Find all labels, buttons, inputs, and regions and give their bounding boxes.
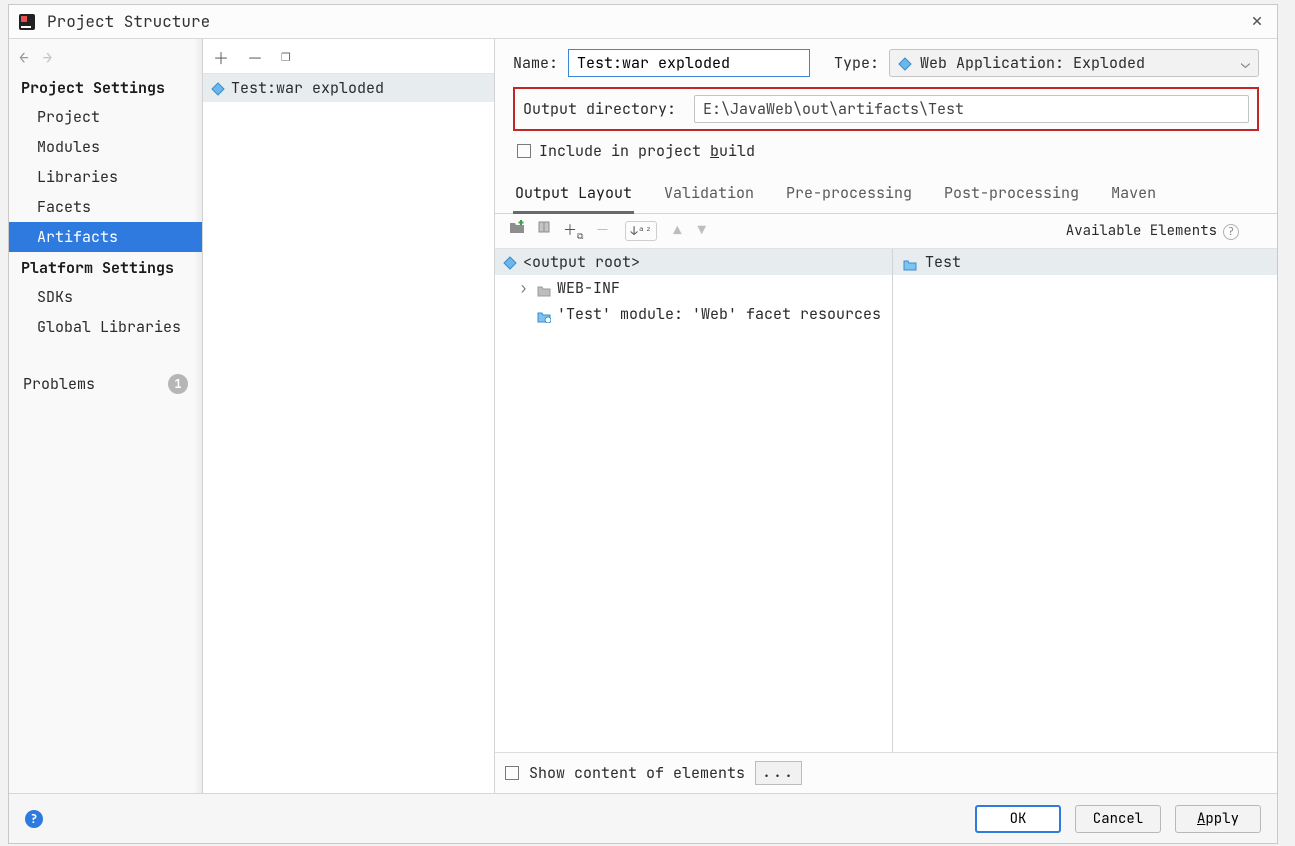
output-directory-highlight: Output directory: [513, 87, 1259, 131]
available-elements-pane: Test [893, 249, 1277, 752]
apply-button[interactable]: Apply [1175, 805, 1261, 833]
artifact-list-panel: ＋ － ❐ Test:war exploded [203, 39, 495, 793]
available-element-row[interactable]: Test [893, 249, 1277, 275]
project-structure-dialog: Project Structure ✕ ← → Project Settings… [8, 4, 1278, 844]
tab-maven[interactable]: Maven [1109, 175, 1158, 213]
cancel-button[interactable]: Cancel [1075, 805, 1161, 833]
name-label: Name: [513, 53, 558, 73]
show-content-checkbox[interactable] [505, 766, 519, 780]
copy-icon[interactable]: ❐ [281, 45, 291, 69]
type-label: Type: [834, 53, 879, 73]
remove-icon[interactable]: － [247, 45, 263, 69]
sidebar-item-artifacts[interactable]: Artifacts [9, 222, 202, 252]
help-button[interactable]: ? [25, 810, 43, 828]
folder-icon [537, 282, 551, 294]
tab-output-layout[interactable]: Output Layout [513, 175, 634, 214]
chevron-down-icon: ⌄ [1241, 53, 1250, 73]
tree-output-root[interactable]: <output root> [495, 249, 892, 275]
move-down-icon[interactable]: ▼ [698, 222, 706, 240]
sidebar-item-project[interactable]: Project [9, 102, 202, 132]
output-directory-label: Output directory: [523, 99, 676, 119]
configure-button[interactable]: ... [755, 761, 802, 785]
show-content-row: Show content of elements ... [495, 752, 1277, 793]
sidebar-item-global-libraries[interactable]: Global Libraries [9, 312, 202, 342]
sidebar-nav: ← → [9, 39, 202, 72]
include-in-build-row[interactable]: Include in project build [513, 139, 1259, 167]
sort-az-icon[interactable]: ↓ᵃᶻ [625, 221, 657, 241]
ok-button[interactable]: OK [975, 805, 1061, 833]
show-content-label: Show content of elements [529, 763, 745, 783]
window-title: Project Structure [47, 11, 1245, 32]
include-in-build-checkbox[interactable] [517, 144, 531, 158]
help-icon[interactable]: ? [1223, 224, 1239, 240]
artifact-type-value: Web Application: Exploded [920, 53, 1145, 73]
output-layout-toolbar: ＋⧉ － ↓ᵃᶻ ▲ ▼ Available Elements? [495, 214, 1277, 249]
app-icon [17, 12, 37, 32]
facet-icon [537, 308, 551, 320]
problems-count-badge: 1 [168, 374, 188, 394]
sidebar-item-sdks[interactable]: SDKs [9, 282, 202, 312]
available-element-label: Test [925, 252, 961, 272]
new-archive-icon[interactable] [537, 220, 551, 242]
artifact-icon [211, 81, 225, 95]
module-icon [903, 256, 917, 268]
artifact-type-select[interactable]: Web Application: Exploded ⌄ [889, 49, 1259, 77]
move-up-icon[interactable]: ▲ [673, 222, 681, 240]
sidebar: ← → Project Settings Project Modules Lib… [9, 39, 203, 793]
output-root-label: <output root> [523, 252, 640, 272]
forward-icon[interactable]: → [43, 47, 53, 68]
artifact-name-input[interactable] [568, 49, 810, 77]
sidebar-section-platform-settings: Platform Settings [9, 252, 202, 282]
add-icon[interactable]: ＋ [213, 45, 229, 69]
artifact-row[interactable]: Test:war exploded [203, 74, 494, 102]
output-directory-input[interactable] [694, 95, 1249, 123]
remove-item-icon[interactable]: － [595, 220, 609, 242]
artifact-list-toolbar: ＋ － ❐ [203, 39, 494, 74]
include-in-build-label: Include in project build [539, 141, 755, 161]
dialog-footer: ? OK Cancel Apply [9, 793, 1277, 843]
tab-post-processing[interactable]: Post-processing [942, 175, 1081, 213]
tree-row[interactable]: 'Test' module: 'Web' facet resources [495, 301, 892, 327]
sidebar-section-project-settings: Project Settings [9, 72, 202, 102]
add-copy-icon[interactable]: ＋⧉ [563, 220, 583, 242]
tab-validation[interactable]: Validation [662, 175, 756, 213]
output-layout-tree: <output root> › WEB-INF [495, 249, 893, 752]
sidebar-item-modules[interactable]: Modules [9, 132, 202, 162]
close-icon[interactable]: ✕ [1245, 10, 1269, 33]
tree-row[interactable]: › WEB-INF [495, 275, 892, 301]
new-folder-icon[interactable] [509, 220, 525, 242]
back-icon[interactable]: ← [19, 47, 29, 68]
tree-node-label: 'Test' module: 'Web' facet resources [557, 304, 881, 324]
output-root-icon [503, 255, 517, 269]
tree-node-label: WEB-INF [557, 278, 620, 298]
available-elements-label: Available Elements? [1066, 222, 1239, 240]
tab-pre-processing[interactable]: Pre-processing [784, 175, 914, 213]
sidebar-item-problems[interactable]: Problems 1 [9, 368, 202, 400]
artifact-type-icon [898, 56, 912, 70]
artifact-name: Test:war exploded [231, 78, 384, 98]
artifact-tabs: Output Layout Validation Pre-processing … [495, 175, 1277, 214]
titlebar: Project Structure ✕ [9, 5, 1277, 39]
chevron-right-icon[interactable]: › [519, 278, 531, 298]
problems-label: Problems [23, 374, 95, 394]
sidebar-item-facets[interactable]: Facets [9, 192, 202, 222]
artifact-details-panel: Name: Type: Web Application: Exploded ⌄ … [495, 39, 1277, 793]
sidebar-item-libraries[interactable]: Libraries [9, 162, 202, 192]
